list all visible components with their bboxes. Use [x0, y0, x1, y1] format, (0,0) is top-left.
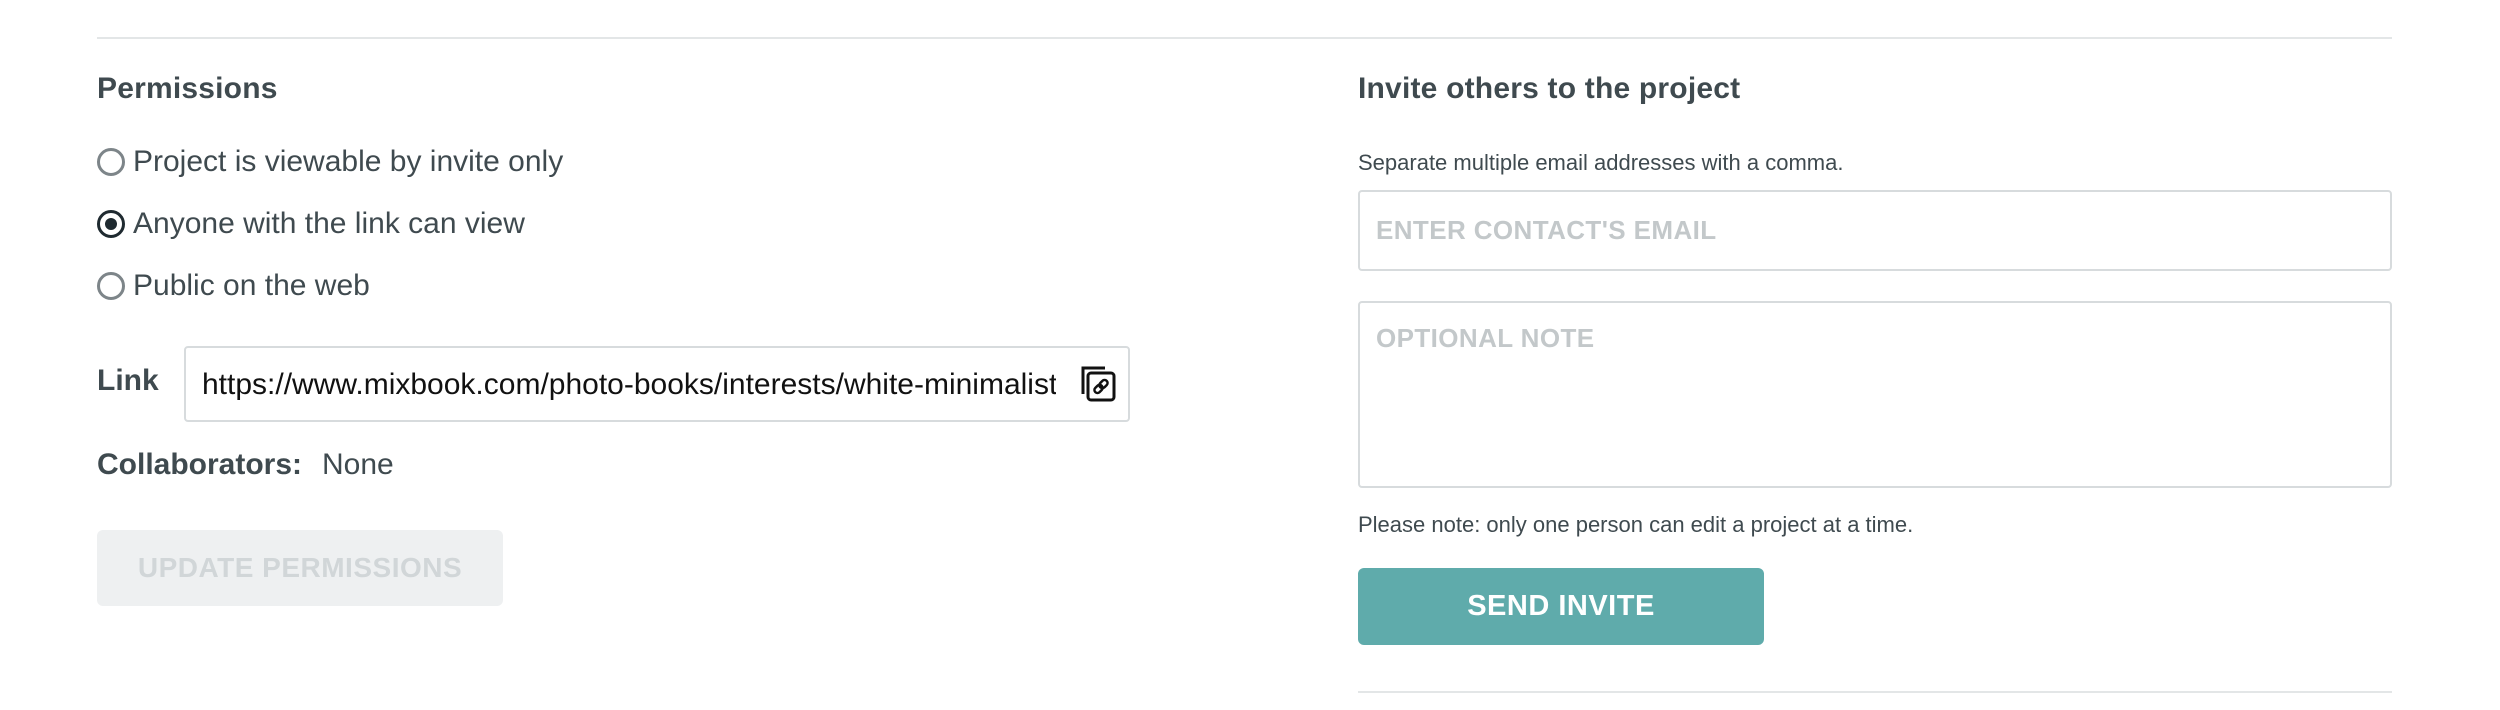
collaborators-label: Collaborators: [97, 448, 303, 481]
invite-panel: Invite others to the project Separate mu… [1358, 0, 2392, 710]
radio-button-selected[interactable] [97, 210, 125, 238]
optional-note-input[interactable] [1358, 301, 2392, 488]
copy-link-icon[interactable] [1078, 364, 1118, 404]
link-field[interactable]: https://www.mixbook.com/photo-books/inte… [184, 346, 1130, 422]
radio-button[interactable] [97, 148, 125, 176]
link-url[interactable]: https://www.mixbook.com/photo-books/inte… [202, 368, 1056, 402]
permissions-panel: Permissions Project is viewable by invit… [97, 0, 1297, 710]
radio-button[interactable] [97, 272, 125, 300]
collaborators-row: Collaborators: None [97, 448, 394, 482]
edit-notice: Please note: only one person can edit a … [1358, 512, 1914, 537]
bottom-divider [1358, 691, 2392, 693]
permissions-title: Permissions [97, 72, 278, 105]
radio-link-view[interactable]: Anyone with the link can view [97, 204, 525, 244]
collaborators-value: None [322, 448, 394, 481]
radio-public-web[interactable]: Public on the web [97, 266, 370, 306]
send-invite-button[interactable]: SEND INVITE [1358, 568, 1764, 645]
radio-invite-only[interactable]: Project is viewable by invite only [97, 142, 563, 182]
link-label: Link [97, 364, 159, 397]
email-hint: Separate multiple email addresses with a… [1358, 150, 1844, 175]
radio-label: Project is viewable by invite only [133, 145, 564, 178]
radio-label: Anyone with the link can view [133, 207, 525, 240]
update-permissions-button[interactable]: UPDATE PERMISSIONS [97, 530, 503, 606]
invite-title: Invite others to the project [1358, 72, 1741, 105]
radio-label: Public on the web [133, 269, 370, 302]
contact-email-input[interactable] [1358, 190, 2392, 271]
